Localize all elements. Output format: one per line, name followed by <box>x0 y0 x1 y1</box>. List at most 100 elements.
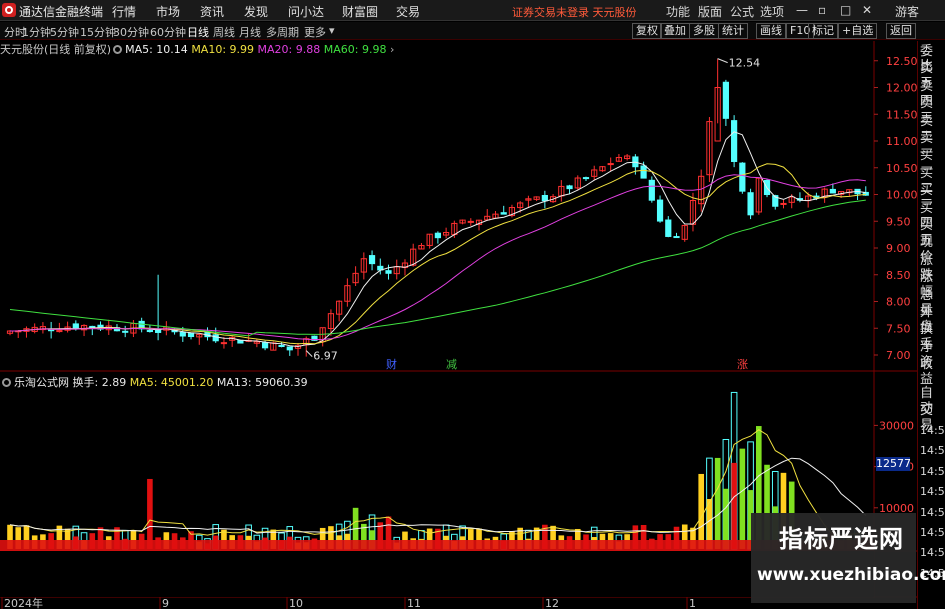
price-axis-label: 7.50 <box>886 322 911 335</box>
date-axis-label: 2024年 <box>4 596 43 609</box>
candlesticks <box>6 58 869 357</box>
candle-body <box>665 219 672 237</box>
tick-time: 14:55 <box>920 424 945 437</box>
candle-body <box>187 332 195 338</box>
candle-body <box>146 330 153 333</box>
candle-body <box>286 346 293 351</box>
price-axis-label: 11.50 <box>886 108 918 121</box>
price-axis-label: 8.50 <box>886 269 911 282</box>
tick-time: 14:55 <box>920 444 945 458</box>
price-axis-label: 11.00 <box>886 135 918 148</box>
volume-bars <box>0 391 874 551</box>
candle-body <box>541 194 548 202</box>
date-axis-label: 11 <box>407 597 421 609</box>
low-marker-label: 6.97 <box>313 350 338 363</box>
candle-body <box>122 330 129 333</box>
price-axis-label: 10.00 <box>886 189 918 202</box>
date-axis-label: 10 <box>289 597 303 609</box>
ma20-line <box>9 174 866 341</box>
event-marker: 减 <box>446 358 457 371</box>
event-marker: 财 <box>386 357 397 371</box>
candle-body <box>72 323 79 330</box>
volume-settings-icon[interactable] <box>2 378 11 387</box>
candle-body <box>385 270 392 274</box>
candle-body <box>648 179 655 201</box>
volume-bar-fill <box>731 462 737 549</box>
candle-body <box>582 177 590 180</box>
candle-body <box>500 212 507 215</box>
volume-ma13-value: MA13: 59060.39 <box>216 376 308 389</box>
ma60-line <box>9 199 866 337</box>
candle-body <box>467 220 474 223</box>
more-indicators-icon[interactable]: › <box>390 43 394 56</box>
candle-body <box>261 342 269 349</box>
quote-side-panel: 委比 卖五 卖四 卖三 卖二 卖一 买一 买二 买三 买四 买五 现价 涨跌 涨幅 总量 外盘 换手 净资 收益 自动… <box>917 41 945 609</box>
price-axis-label: 10.50 <box>886 162 918 175</box>
volume-bar-fill <box>723 488 729 549</box>
candle-body <box>434 232 441 239</box>
date-axis-label: 12 <box>545 597 559 609</box>
volume-bar <box>739 448 746 549</box>
candle-body <box>747 192 754 216</box>
candle-body <box>739 162 746 192</box>
event-marker: 涨 <box>737 358 748 371</box>
volume-bar <box>147 478 153 549</box>
price-axis-label: 8.00 <box>886 296 911 309</box>
price-axis-label: 12.50 <box>886 55 918 68</box>
tick-time: 14:55 <box>920 464 945 478</box>
candle-body <box>731 120 738 162</box>
candle-body <box>829 188 836 194</box>
price-axis-label: 12.00 <box>886 82 918 95</box>
volume-ma5-value: MA5: 45001.20 <box>129 376 214 389</box>
candle-body <box>368 255 376 265</box>
blank-band <box>0 551 874 597</box>
candle-body <box>673 236 680 239</box>
watermark-title: 指标严选网 <box>779 525 904 553</box>
quote-label: 收益 <box>920 357 934 388</box>
price-axis-label: 9.50 <box>886 215 911 228</box>
candle-body <box>640 165 647 179</box>
candle-body <box>566 185 573 190</box>
tick-time: 14:56 <box>920 546 945 560</box>
ma10-value: MA10: 9.99 <box>191 43 255 56</box>
high-marker-label: 12.54 <box>729 57 761 70</box>
volume-ma5-line <box>9 429 866 536</box>
candle-body <box>237 339 244 344</box>
volume-chart-header: 乐淘公式网 换手: 2.89 MA5: 45001.20 MA13: 59060… <box>0 374 308 389</box>
low-marker-line <box>305 350 313 357</box>
volume-base-band <box>0 540 874 551</box>
volume-ma13-line <box>9 457 867 534</box>
site-watermark: 指标严选网 www.xuezhibiao.com <box>751 513 945 603</box>
ma5-value: MA5: 10.14 <box>125 43 188 56</box>
watermark-url: www.xuezhibiao.com <box>757 565 945 585</box>
tick-time: 14:56 <box>920 485 945 499</box>
date-axis-label: 9 <box>162 597 169 609</box>
latest-volume-badge: 12577 <box>876 457 911 471</box>
high-marker-line <box>717 58 728 64</box>
volume-indicator-name: 乐淘公式网 <box>14 376 69 389</box>
candle-body <box>278 344 285 347</box>
ma20-value: MA20: 9.88 <box>257 43 321 56</box>
ma60-value: MA60: 9.98 <box>323 43 387 56</box>
main-chart-header: 天元股份(日线 前复权) MA5: 10.14 MA10: 9.99 MA20: … <box>0 41 394 56</box>
volume-bar <box>714 457 721 549</box>
volume-ma-lines <box>9 429 867 536</box>
price-axis-label: 9.00 <box>886 242 911 255</box>
candle-body <box>179 331 186 337</box>
settings-icon[interactable] <box>113 45 123 54</box>
candle-body <box>780 202 787 205</box>
candle-body <box>155 329 162 333</box>
candle-body <box>56 330 63 333</box>
candle-body <box>722 81 729 119</box>
date-axis-label: 1 <box>689 597 696 609</box>
candle-body <box>607 163 614 166</box>
price-axis-label: 7.00 <box>886 349 911 362</box>
turnover-value: 换手: 2.89 <box>72 376 127 389</box>
volume-bar <box>698 473 704 549</box>
candle-body <box>656 199 664 222</box>
volume-axis-label: 30000 <box>879 419 914 432</box>
tick-time: 14:56 <box>920 505 945 519</box>
candle-body <box>212 334 219 342</box>
main-chart-title: 天元股份(日线 前复权) <box>0 43 112 56</box>
candle-body <box>220 342 228 345</box>
